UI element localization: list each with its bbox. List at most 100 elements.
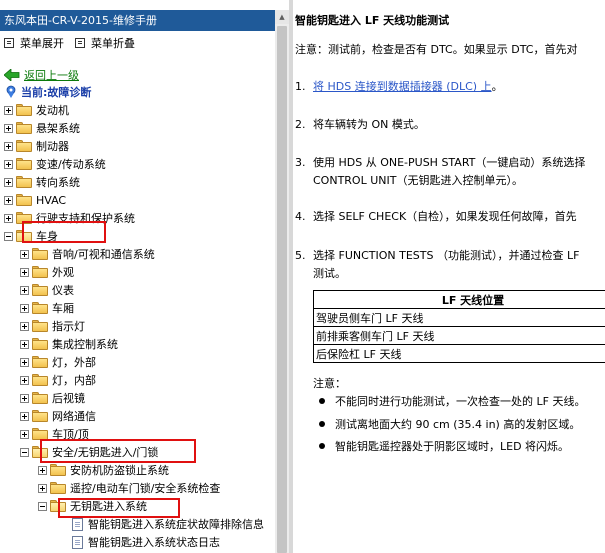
tree-item-label[interactable]: 集成控制系统 — [52, 336, 118, 352]
tree-item-label[interactable]: 安防机防盗锁止系统 — [70, 462, 169, 478]
folder-icon — [32, 338, 48, 350]
expand-icon[interactable] — [38, 483, 47, 493]
tree-item-top-0[interactable]: 发动机 — [4, 101, 69, 119]
tree-item-body-0[interactable]: 音响/可视和通信系统 — [20, 245, 155, 263]
back-link[interactable]: 返回上一级 — [4, 68, 79, 82]
tree-item-label[interactable]: 仪表 — [52, 282, 74, 298]
tree-scrollbar-thumb[interactable] — [277, 26, 287, 553]
tree-item-label[interactable]: 后视镜 — [52, 390, 85, 406]
tree-item-label[interactable]: 遥控/电动车门锁/安全系统检查 — [70, 480, 220, 496]
pre-test-note: 注意：测试前，检查是否有 DTC。如果显示 DTC，首先对 — [295, 43, 578, 56]
scroll-up-arrow-icon[interactable]: ▲ — [275, 10, 289, 24]
step-number: 2. — [295, 118, 306, 131]
tree-item-label[interactable]: 智能钥匙进入系统症状故障排除信息 — [88, 516, 264, 532]
expand-icon[interactable] — [4, 105, 13, 115]
step-text-line1: 选择 FUNCTION TESTS （功能测试），并通过检查 LF — [313, 249, 580, 262]
collapse-icon[interactable] — [4, 231, 13, 241]
tree-item-label[interactable]: 发动机 — [36, 102, 69, 118]
tree-item-label[interactable]: 外观 — [52, 264, 74, 280]
table-cell: 驾驶员侧车门 LF 天线 — [313, 308, 605, 327]
step-number: 3. — [295, 156, 306, 169]
document-icon — [72, 517, 83, 531]
folder-icon — [32, 266, 48, 278]
content-pane: 智能钥匙进入 LF 天线功能测试 注意：测试前，检查是否有 DTC。如果显示 D… — [293, 0, 605, 553]
expand-icon[interactable] — [20, 375, 29, 385]
collapse-icon[interactable] — [38, 501, 47, 511]
folder-icon — [50, 482, 66, 494]
tree-item-label[interactable]: 网络通信 — [52, 408, 96, 424]
tree-item-security-1[interactable]: 遥控/电动车门锁/安全系统检查 — [38, 479, 220, 497]
bullet-text: 智能钥匙遥控器处于阴影区域时，LED 将闪烁。 — [335, 440, 570, 453]
expand-icon[interactable] — [20, 339, 29, 349]
tree-item-top-2[interactable]: 制动器 — [4, 137, 69, 155]
tree-item-label[interactable]: 智能钥匙进入系统状态日志 — [88, 534, 220, 550]
list-item: 测试离地面大约 90 cm (35.4 in) 高的发射区域。 — [319, 416, 580, 432]
folder-icon — [32, 374, 48, 386]
tree-item-top-1[interactable]: 悬架系统 — [4, 119, 80, 137]
folder-icon — [16, 176, 32, 188]
folder-icon — [32, 284, 48, 296]
expand-icon[interactable] — [4, 195, 13, 205]
menu-icon — [4, 38, 14, 48]
tree-item-security-0[interactable]: 安防机防盗锁止系统 — [38, 461, 169, 479]
tree-item-label[interactable]: 转向系统 — [36, 174, 80, 190]
step-2: 2. 将车辆转为 ON 模式。 — [295, 116, 425, 134]
navigation-pane: 东风本田-CR-V-2015-维修手册 菜单展开 菜单折叠 返回上一级 当前:故… — [0, 0, 275, 553]
menu-icon — [75, 38, 85, 48]
expand-icon[interactable] — [20, 321, 29, 331]
tree-item-body-7[interactable]: 灯，内部 — [20, 371, 96, 389]
expand-icon[interactable] — [38, 465, 47, 475]
table-header: LF 天线位置 — [313, 290, 605, 309]
expand-icon[interactable] — [4, 159, 13, 169]
tree-item-label[interactable]: 灯，外部 — [52, 354, 96, 370]
collapse-icon[interactable] — [20, 447, 29, 457]
bullet-icon — [319, 421, 325, 427]
folder-icon — [32, 392, 48, 404]
expand-icon[interactable] — [20, 393, 29, 403]
expand-icon[interactable] — [20, 411, 29, 421]
expand-icon[interactable] — [20, 267, 29, 277]
tree-item-label[interactable]: 车厢 — [52, 300, 74, 316]
expand-all-label: 菜单展开 — [20, 37, 64, 50]
collapse-all-button[interactable]: 菜单折叠 — [75, 34, 135, 52]
tree-item-label[interactable]: 指示灯 — [52, 318, 85, 334]
expand-all-button[interactable]: 菜单展开 — [4, 34, 64, 52]
table-row: 后保险杠 LF 天线 — [313, 344, 605, 363]
tree-item-body-9[interactable]: 网络通信 — [20, 407, 96, 425]
expand-icon[interactable] — [4, 123, 13, 133]
tree-item-label[interactable]: 制动器 — [36, 138, 69, 154]
step-text: 选择 SELF CHECK（自检），如果发现任何故障，首先 — [313, 210, 577, 223]
tree-item-body-8[interactable]: 后视镜 — [20, 389, 85, 407]
tree-item-body-4[interactable]: 指示灯 — [20, 317, 85, 335]
tree-item-body-1[interactable]: 外观 — [20, 263, 74, 281]
hds-connect-link[interactable]: 将 HDS 连接到数据插接器 (DLC) 上 — [313, 80, 492, 93]
expand-icon[interactable] — [20, 249, 29, 259]
expand-icon[interactable] — [20, 285, 29, 295]
tree-item-keyless-1[interactable]: 智能钥匙进入系统状态日志 — [68, 533, 220, 551]
bullet-icon — [319, 398, 325, 404]
tree-item-label[interactable]: HVAC — [36, 194, 66, 207]
expand-icon[interactable] — [20, 303, 29, 313]
expand-icon[interactable] — [20, 429, 29, 439]
back-link-label[interactable]: 返回上一级 — [24, 67, 79, 83]
tree-item-body-6[interactable]: 灯，外部 — [20, 353, 96, 371]
tree-item-top-3[interactable]: 变速/传动系统 — [4, 155, 106, 173]
tree-item-top-4[interactable]: 转向系统 — [4, 173, 80, 191]
tree-item-label[interactable]: 音响/可视和通信系统 — [52, 246, 155, 262]
tree-item-label[interactable]: 悬架系统 — [36, 120, 80, 136]
tree-item-label[interactable]: 灯，内部 — [52, 372, 96, 388]
tree-item-body-5[interactable]: 集成控制系统 — [20, 335, 118, 353]
expand-icon[interactable] — [20, 357, 29, 367]
tree-item-top-5[interactable]: HVAC — [4, 191, 66, 209]
folder-icon — [32, 410, 48, 422]
expand-icon[interactable] — [4, 213, 13, 223]
folder-icon — [16, 122, 32, 134]
tree-item-body-3[interactable]: 车厢 — [20, 299, 74, 317]
expand-icon[interactable] — [4, 177, 13, 187]
highlight-box-keyless — [58, 498, 180, 518]
tree-item-label[interactable]: 变速/传动系统 — [36, 156, 106, 172]
expand-icon[interactable] — [4, 141, 13, 151]
location-pin-icon — [6, 85, 16, 98]
tree-item-body-2[interactable]: 仪表 — [20, 281, 74, 299]
bullet-text: 测试离地面大约 90 cm (35.4 in) 高的发射区域。 — [335, 418, 581, 431]
